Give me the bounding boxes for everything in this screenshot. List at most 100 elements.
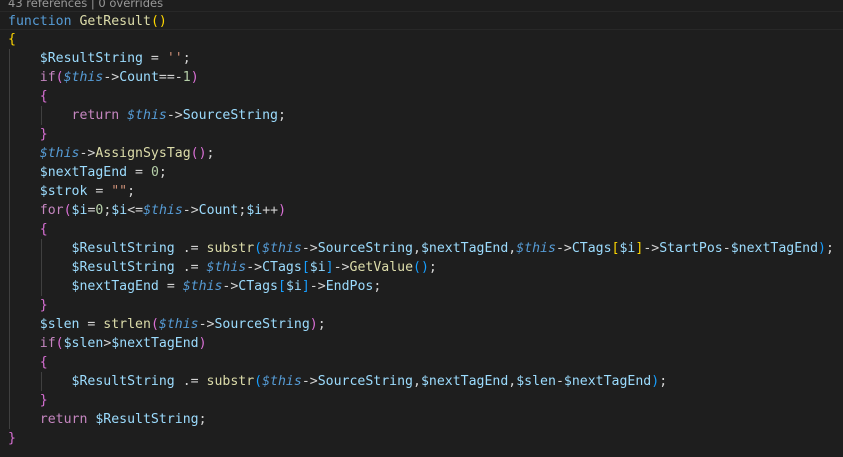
code-line[interactable]: $ResultString .= substr($this->SourceStr… bbox=[8, 239, 834, 258]
code-token: strlen bbox=[103, 317, 151, 332]
code-token: SourceString bbox=[182, 108, 278, 123]
code-token: { bbox=[8, 32, 16, 47]
code-token: for bbox=[39, 203, 64, 218]
code-token: } bbox=[39, 127, 48, 142]
code-token: SourceString bbox=[317, 241, 413, 256]
code-line[interactable]: function GetResult() bbox=[0, 11, 843, 30]
code-token: ) bbox=[278, 203, 287, 218]
code-token: AssignSysTag bbox=[95, 146, 191, 161]
code-token: EndPos bbox=[325, 279, 374, 294]
code-token: -> bbox=[333, 260, 350, 275]
code-token: $this bbox=[206, 260, 247, 275]
code-token: - bbox=[722, 241, 731, 256]
code-token: ; bbox=[182, 51, 191, 66]
code-token: SourceString bbox=[214, 317, 310, 332]
code-token: <= bbox=[127, 203, 144, 218]
code-token: $this bbox=[143, 203, 183, 218]
code-token: "" bbox=[111, 184, 128, 199]
code-line[interactable]: } bbox=[8, 296, 48, 315]
code-token: = bbox=[158, 279, 183, 294]
code-line[interactable]: $ResultString .= $this->CTags[$i]->GetVa… bbox=[8, 258, 437, 277]
code-line[interactable]: $strok = ""; bbox=[8, 182, 135, 201]
code-line[interactable]: } bbox=[8, 391, 48, 410]
code-line[interactable]: return $ResultString; bbox=[8, 410, 207, 429]
code-token: $nextTagEnd bbox=[111, 336, 199, 351]
code-token: } bbox=[8, 431, 16, 446]
code-token: 1 bbox=[182, 70, 191, 85]
codelens-references[interactable]: 43 references | 0 overrides bbox=[8, 0, 163, 10]
code-token: $this bbox=[262, 374, 302, 389]
code-token: () bbox=[150, 14, 167, 29]
code-token: ; bbox=[278, 108, 286, 123]
code-editor[interactable]: 43 references | 0 overrides function Get… bbox=[0, 0, 843, 457]
code-token: { bbox=[39, 89, 48, 104]
code-line[interactable]: { bbox=[8, 30, 16, 49]
code-token: ( bbox=[55, 70, 64, 85]
code-line[interactable]: { bbox=[8, 220, 48, 239]
code-token: -> bbox=[166, 108, 183, 123]
code-token: } bbox=[39, 393, 48, 408]
code-token: ; bbox=[158, 165, 167, 180]
code-line[interactable]: if($slen>$nextTagEnd) bbox=[8, 334, 207, 353]
code-line[interactable]: $ResultString = ''; bbox=[8, 49, 191, 68]
code-token: $nextTagEnd bbox=[420, 374, 509, 389]
code-line[interactable]: $nextTagEnd = $this->CTags[$i]->EndPos; bbox=[8, 277, 382, 296]
code-token: ( bbox=[150, 317, 159, 332]
code-token: ) bbox=[198, 336, 207, 351]
code-token: -> bbox=[79, 146, 96, 161]
code-token: $nextTagEnd bbox=[563, 374, 652, 389]
code-token: $nextTagEnd bbox=[730, 241, 819, 256]
code-token: ; bbox=[206, 146, 215, 161]
code-token: $nextTagEnd bbox=[71, 279, 159, 294]
code-token: $this bbox=[127, 108, 167, 123]
code-token: = bbox=[87, 184, 112, 199]
code-token: .= bbox=[174, 260, 207, 275]
code-token: { bbox=[39, 222, 48, 237]
code-token: ( bbox=[63, 203, 72, 218]
code-line[interactable]: if($this->Count==-1) bbox=[8, 68, 199, 87]
code-token: CTags bbox=[262, 260, 302, 275]
code-token: -> bbox=[198, 317, 215, 332]
code-line[interactable]: $nextTagEnd = 0; bbox=[8, 163, 167, 182]
code-token: $ResultString bbox=[71, 374, 175, 389]
code-token: () bbox=[413, 260, 429, 275]
code-token: GetValue bbox=[349, 260, 414, 275]
code-token: [ bbox=[301, 260, 310, 275]
code-token: $i bbox=[285, 279, 302, 294]
code-token: = bbox=[79, 317, 104, 332]
code-line[interactable]: } bbox=[8, 429, 16, 448]
code-token: -> bbox=[103, 70, 120, 85]
code-token: $this bbox=[516, 241, 556, 256]
code-token: ; bbox=[127, 184, 136, 199]
code-token: $this bbox=[39, 146, 80, 161]
code-line[interactable]: $ResultString .= substr($this->SourceStr… bbox=[8, 372, 668, 391]
code-token: '' bbox=[166, 51, 183, 66]
code-line[interactable]: return $this->SourceString; bbox=[8, 106, 286, 125]
code-line[interactable]: $slen = strlen($this->SourceString); bbox=[8, 315, 326, 334]
code-token: substr bbox=[206, 241, 255, 256]
code-token: , bbox=[412, 241, 421, 256]
code-token: ] bbox=[301, 279, 310, 294]
code-line[interactable]: { bbox=[8, 353, 48, 372]
code-line[interactable]: } bbox=[8, 125, 48, 144]
code-token: ( bbox=[254, 241, 263, 256]
code-line[interactable]: { bbox=[8, 87, 48, 106]
code-token: if bbox=[39, 70, 56, 85]
code-token: = bbox=[127, 165, 151, 180]
code-line[interactable]: for($i=0;$i<=$this->Count;$i++) bbox=[8, 201, 286, 220]
code-line[interactable]: $this->AssignSysTag(); bbox=[8, 144, 215, 163]
code-token: - bbox=[555, 374, 564, 389]
code-token: $i bbox=[71, 203, 88, 218]
